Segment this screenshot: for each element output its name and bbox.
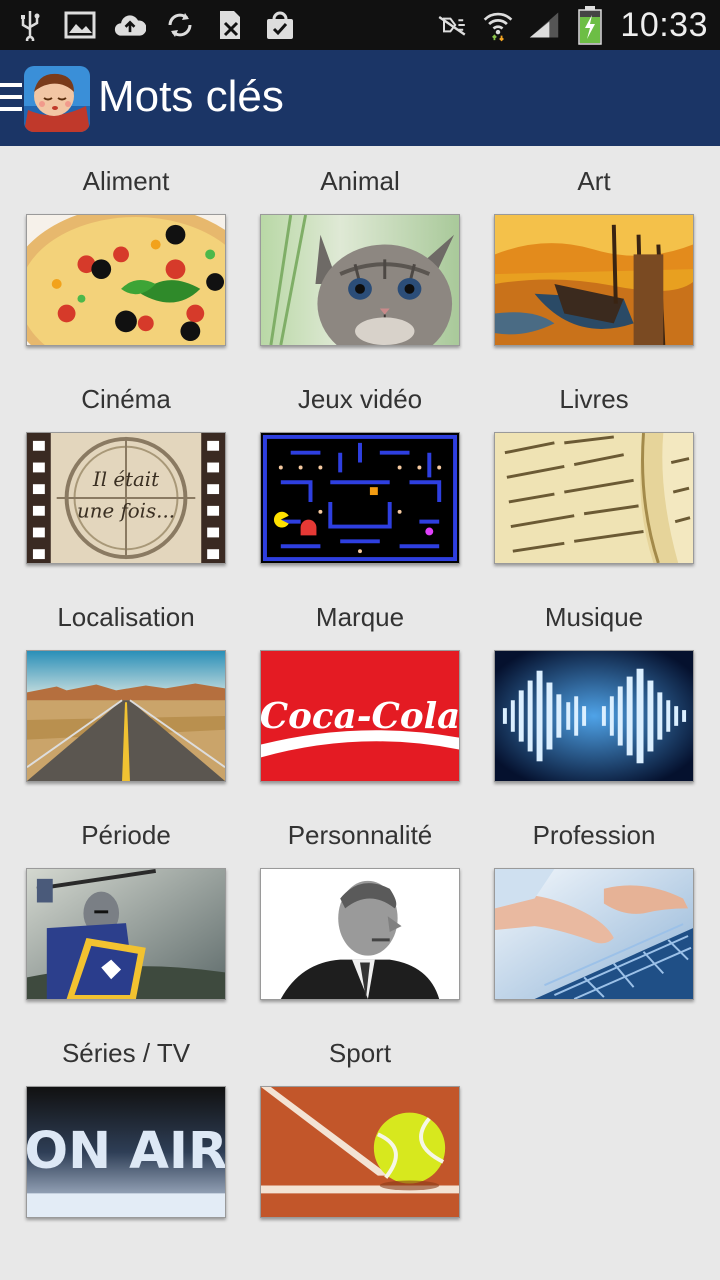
category-label: Aliment (82, 166, 170, 196)
category-label: Musique (544, 602, 644, 632)
cinema-text-line2: une fois... (77, 500, 175, 523)
menu-icon[interactable] (0, 83, 22, 111)
image-icon (64, 9, 96, 41)
category-label: Personnalité (287, 820, 433, 850)
sync-icon (164, 9, 196, 41)
usb-icon (14, 9, 46, 41)
category-label: Séries / TV (61, 1038, 191, 1068)
coca-cola-logo-image[interactable]: Coca-Cola (260, 650, 460, 782)
action-bar: Mots clés (0, 50, 720, 146)
pizza-image[interactable] (26, 214, 226, 346)
painting-image[interactable] (494, 214, 694, 346)
category-label: Art (577, 166, 611, 196)
category-label: Marque (315, 602, 405, 632)
portrait-image[interactable] (260, 868, 460, 1000)
shopping-bag-icon (264, 9, 296, 41)
cinema-text-line1: Il était (92, 468, 159, 491)
knight-image[interactable] (26, 868, 226, 1000)
on-air-text: ON AIR (27, 1121, 225, 1181)
keyboard-image[interactable] (494, 868, 694, 1000)
category-label: Jeux vidéo (297, 384, 423, 414)
open-book-image[interactable] (494, 432, 694, 564)
category-label: Profession (532, 820, 656, 850)
category-label: Animal (320, 166, 400, 196)
status-bar: 10:33 (0, 0, 720, 50)
category-label: Livres (559, 384, 629, 414)
wifi-icon (482, 9, 514, 42)
audio-waves-image[interactable] (494, 650, 694, 782)
desert-road-image[interactable] (26, 650, 226, 782)
pacman-image[interactable] (260, 432, 460, 564)
clock: 10:33 (620, 5, 708, 44)
category-label: Période (81, 820, 171, 850)
film-reel-image[interactable]: Il était une fois... (26, 432, 226, 564)
signal-icon (528, 9, 560, 41)
category-label: Localisation (57, 602, 195, 632)
app-logo-icon[interactable] (24, 66, 90, 132)
kitten-image[interactable] (260, 214, 460, 346)
on-air-sign-image[interactable]: ON AIR (26, 1086, 226, 1218)
category-label: Sport (328, 1038, 392, 1068)
cloud-upload-icon (114, 9, 146, 41)
page-title: Mots clés (98, 72, 284, 121)
tennis-ball-image[interactable] (260, 1086, 460, 1218)
brand-logo-text: Coca-Cola (261, 696, 459, 737)
mute-icon (436, 9, 468, 41)
battery-charging-icon (574, 6, 606, 45)
sim-card-icon (214, 9, 246, 41)
category-label: Cinéma (81, 384, 171, 414)
